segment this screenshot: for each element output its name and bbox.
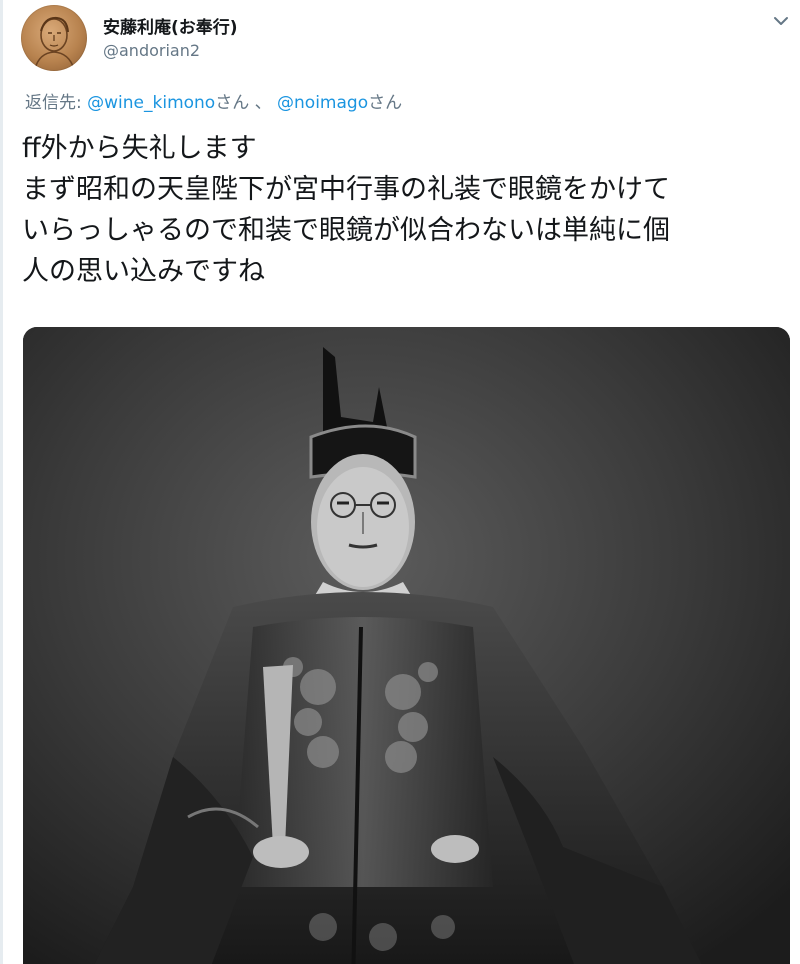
- timeline-rule: [0, 0, 3, 964]
- tweet-card: 安藤利庵(お奉行) @andorian2 返信先: @wine_kimonoさん…: [0, 0, 800, 964]
- tweet-photo[interactable]: [23, 327, 790, 964]
- tweet-text: ff外から失礼します まず昭和の天皇陛下が宮中行事の礼装で眼鏡をかけて いらっし…: [22, 128, 792, 292]
- replying-to: 返信先: @wine_kimonoさん 、 @noimagoさん: [25, 88, 402, 113]
- tweet-text-line: 人の思い込みですね: [22, 256, 265, 287]
- mention-link-wine-kimono[interactable]: @wine_kimono: [87, 93, 215, 113]
- reply-suffix: さん 、: [215, 93, 278, 113]
- tweet-text-line: いらっしゃるので和装で眼鏡が似合わないは単純に個: [22, 215, 670, 246]
- reply-suffix: さん: [368, 93, 403, 113]
- reply-prefix: 返信先:: [25, 93, 88, 113]
- profile-portrait-icon[interactable]: [21, 5, 87, 71]
- chevron-down-icon[interactable]: [770, 10, 792, 32]
- tweet-text-line: ff外から失礼します: [22, 133, 257, 164]
- author-handle[interactable]: @andorian2: [103, 41, 200, 60]
- tweet-text-line: まず昭和の天皇陛下が宮中行事の礼装で眼鏡をかけて: [22, 174, 670, 205]
- mention-link-noimago[interactable]: @noimago: [277, 93, 368, 113]
- author-display-name[interactable]: 安藤利庵(お奉行): [103, 13, 238, 38]
